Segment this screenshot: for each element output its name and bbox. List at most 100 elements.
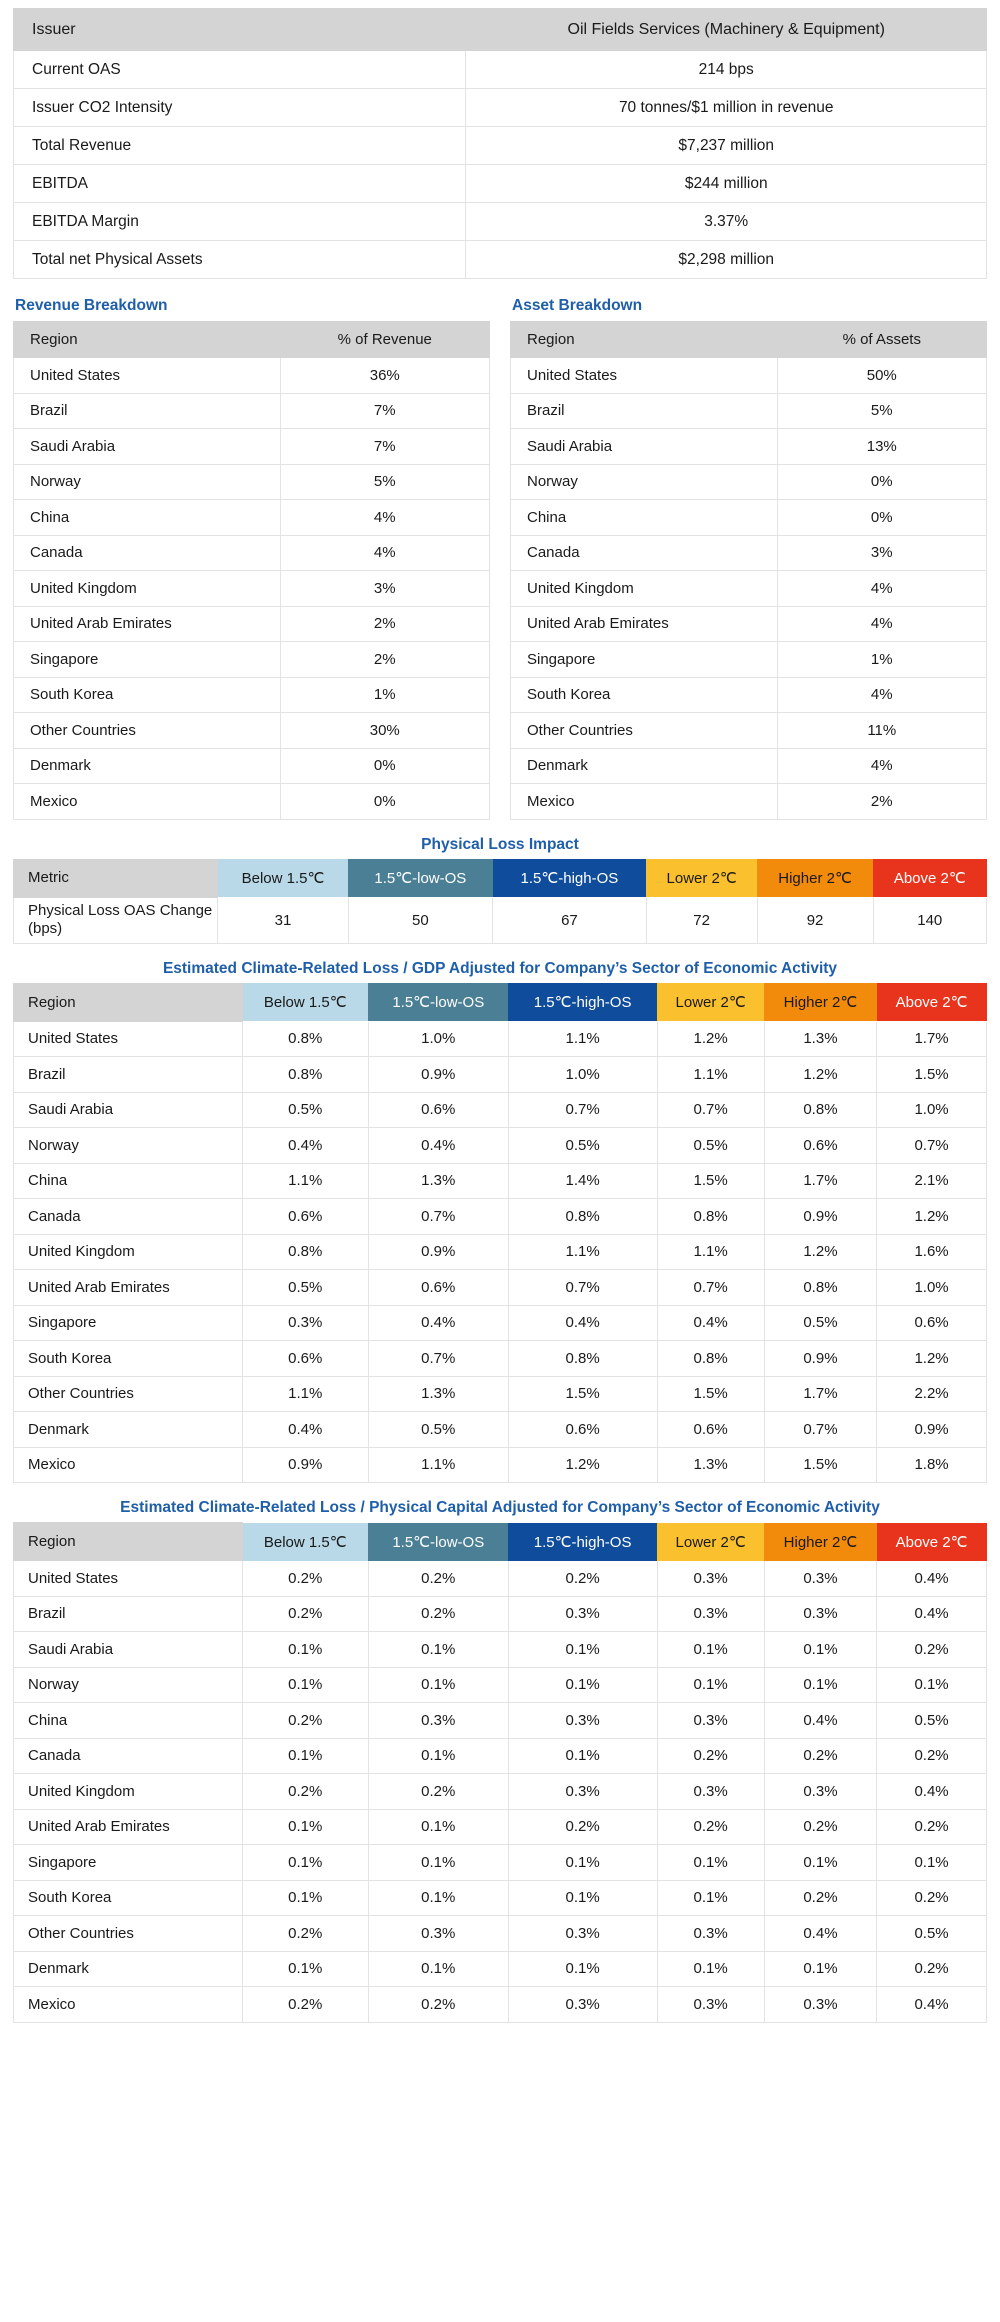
issuer-table-body: Issuer Oil Fields Services (Machinery & … <box>12 8 987 51</box>
scenario-header-0: Below 1.5℃ <box>242 983 369 1021</box>
table-row: United Arab Emirates 0.1% 0.1% 0.2% 0.2% 0.2%… <box>13 1808 987 1845</box>
table-row: Brazil 0.2% 0.2% 0.3% 0.3% 0.3% 0.4% <box>13 1595 987 1632</box>
gdp-value-2: 0.4% <box>507 1304 658 1341</box>
gdp-value-0: 0.8% <box>241 1233 369 1270</box>
revenue-region: Other Countries <box>13 712 281 749</box>
gdp-value-1: 0.6% <box>367 1091 509 1128</box>
capital-value-5: 0.2% <box>876 1950 987 1987</box>
scenario-header-row: Region Below 1.5℃ 1.5℃-low-OS 1.5℃-high-OS L… <box>13 982 987 1022</box>
table-row: United States 50% <box>510 357 988 394</box>
gdp-value-1: 0.9% <box>367 1233 509 1270</box>
physical-loss-value-2: 67 <box>492 896 647 944</box>
gdp-value-3: 0.8% <box>656 1340 765 1377</box>
table-row: South Korea 0.1% 0.1% 0.1% 0.1% 0.2% 0.2% <box>13 1879 987 1916</box>
revenue-pct: 2% <box>279 641 491 678</box>
issuer-row-value: 214 bps <box>465 50 987 89</box>
capital-value-0: 0.1% <box>241 1737 369 1774</box>
table-row: United Kingdom 3% <box>13 570 491 607</box>
capital-row-label: Saudi Arabia <box>13 1631 243 1668</box>
gdp-value-4: 0.6% <box>763 1127 878 1164</box>
table-row: Denmark 0% <box>13 747 491 784</box>
capital-value-1: 0.1% <box>367 1808 509 1845</box>
capital-value-0: 0.2% <box>241 1560 369 1597</box>
gdp-value-4: 0.5% <box>763 1304 878 1341</box>
table-row: United Arab Emirates 0.5% 0.6% 0.7% 0.7% 0.8%… <box>13 1269 987 1306</box>
table-row: Mexico 0.9% 1.1% 1.2% 1.3% 1.5% 1.8% <box>13 1446 987 1483</box>
table-row: Issuer CO2 Intensity 70 tonnes/$1 million… <box>12 88 987 127</box>
issuer-row-label: EBITDA Margin <box>12 202 467 241</box>
table-row: China 0% <box>510 499 988 536</box>
revenue-pct: 7% <box>279 428 491 465</box>
capital-loss-title: Estimated Climate-Related Loss / Physica… <box>120 1499 880 1516</box>
capital-value-2: 0.3% <box>507 1915 658 1952</box>
gdp-value-2: 1.5% <box>507 1375 658 1412</box>
table-row: Singapore 1% <box>510 641 988 678</box>
capital-value-4: 0.3% <box>763 1986 878 2023</box>
gdp-value-5: 0.7% <box>876 1127 987 1164</box>
gdp-value-3: 1.5% <box>656 1162 765 1199</box>
asset-region: Saudi Arabia <box>510 428 778 465</box>
capital-value-2: 0.2% <box>507 1560 658 1597</box>
capital-value-3: 0.2% <box>656 1808 765 1845</box>
asset-pct: 5% <box>776 392 988 429</box>
asset-pct: 0% <box>776 499 988 536</box>
asset-pct: 3% <box>776 534 988 571</box>
table-row: United Arab Emirates 4% <box>510 605 988 642</box>
capital-value-5: 0.1% <box>876 1666 987 1703</box>
gdp-value-1: 1.3% <box>367 1375 509 1412</box>
capital-value-3: 0.3% <box>656 1702 765 1739</box>
gdp-row-label: Brazil <box>13 1056 243 1093</box>
asset-pct: 4% <box>776 676 988 713</box>
capital-value-4: 0.2% <box>763 1737 878 1774</box>
gdp-value-5: 1.2% <box>876 1198 987 1235</box>
table-row: Canada 0.6% 0.7% 0.8% 0.8% 0.9% 1.2% <box>13 1198 987 1235</box>
capital-value-3: 0.3% <box>656 1986 765 2023</box>
issuer-table-header-row: Issuer Oil Fields Services (Machinery & … <box>12 8 987 51</box>
gdp-value-2: 1.0% <box>507 1056 658 1093</box>
physical-loss-impact-title: Physical Loss Impact <box>421 835 579 853</box>
asset-region: Mexico <box>510 783 778 820</box>
capital-loss-table: Region Below 1.5℃ 1.5℃-low-OS 1.5℃-high-OS L… <box>13 1522 987 2023</box>
issuer-row-value: $7,237 million <box>465 126 987 165</box>
issuer-summary-table: Issuer Oil Fields Services (Machinery & … <box>12 8 987 279</box>
capital-value-5: 0.5% <box>876 1915 987 1952</box>
gdp-value-4: 1.7% <box>763 1162 878 1199</box>
table-row: Singapore 0.1% 0.1% 0.1% 0.1% 0.1% 0.1% <box>13 1844 987 1881</box>
capital-value-1: 0.2% <box>367 1595 509 1632</box>
capital-head-body: Region Below 1.5℃ 1.5℃-low-OS 1.5℃-high-OS L… <box>13 1522 987 1561</box>
physical-loss-impact-table: Metric Below 1.5℃ 1.5℃-low-OS 1.5℃-high-OS L… <box>12 858 988 944</box>
asset-region: Norway <box>510 463 778 500</box>
gdp-loss-title: Estimated Climate-Related Loss / GDP Adj… <box>162 959 838 977</box>
capital-value-4: 0.1% <box>763 1631 878 1668</box>
capital-value-1: 0.2% <box>367 1986 509 2023</box>
gdp-value-0: 0.8% <box>241 1020 369 1057</box>
gdp-value-0: 0.4% <box>241 1127 369 1164</box>
revenue-pct: 0% <box>279 747 491 784</box>
physical-loss-head-body: Metric Below 1.5℃ 1.5℃-low-OS 1.5℃-high-OS L… <box>12 858 987 898</box>
issuer-header-value: Oil Fields Services (Machinery & Equipme… <box>465 8 987 51</box>
table-row: Saudi Arabia 7% <box>13 428 491 465</box>
gdp-value-5: 1.2% <box>876 1340 987 1377</box>
gdp-value-5: 0.9% <box>876 1411 987 1448</box>
document-page: Issuer Oil Fields Services (Machinery & … <box>0 0 1000 2023</box>
issuer-row-value: $244 million <box>465 164 987 203</box>
table-row: Other Countries 1.1% 1.3% 1.5% 1.5% 1.7% 2.2% <box>13 1375 987 1412</box>
gdp-value-3: 0.8% <box>656 1198 765 1235</box>
issuer-row-label: EBITDA <box>12 164 467 203</box>
capital-value-0: 0.1% <box>241 1844 369 1881</box>
gdp-value-5: 1.0% <box>876 1269 987 1306</box>
issuer-row-label: Current OAS <box>12 50 467 89</box>
scenario-header-1: 1.5℃-low-OS <box>348 859 493 897</box>
capital-value-4: 0.3% <box>763 1773 878 1810</box>
gdp-value-3: 1.5% <box>656 1375 765 1412</box>
capital-value-3: 0.1% <box>656 1666 765 1703</box>
capital-value-0: 0.2% <box>241 1702 369 1739</box>
table-row: EBITDA $244 million <box>12 164 987 203</box>
scenario-header-row: Region Below 1.5℃ 1.5℃-low-OS 1.5℃-high-OS L… <box>13 1522 987 1561</box>
capital-value-5: 0.4% <box>876 1986 987 2023</box>
capital-value-0: 0.1% <box>241 1950 369 1987</box>
capital-row-label: Singapore <box>13 1844 243 1881</box>
table-row: Norway 0% <box>510 463 988 500</box>
asset-breakdown-block: Asset Breakdown Region % of Assets Unite… <box>510 297 988 820</box>
capital-value-2: 0.1% <box>507 1631 658 1668</box>
